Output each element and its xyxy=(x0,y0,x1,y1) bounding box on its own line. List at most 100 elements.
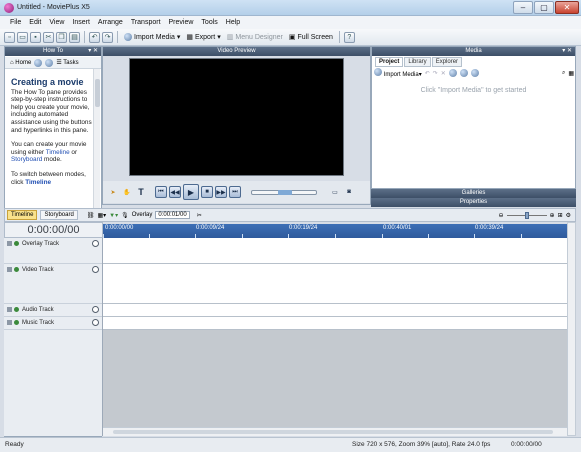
menu-edit[interactable]: Edit xyxy=(29,19,41,26)
undo-icon[interactable]: ↶ xyxy=(89,31,100,43)
home-button[interactable]: ⌂ Home xyxy=(10,60,31,66)
audio-track-lane[interactable] xyxy=(103,304,567,317)
storyboard-link[interactable]: Storyboard xyxy=(11,156,42,163)
menu-insert[interactable]: Insert xyxy=(72,19,90,26)
minimize-button[interactable]: – xyxy=(513,1,533,14)
track-mute-icon[interactable] xyxy=(92,306,99,313)
timeline-vertical-scrollbar[interactable] xyxy=(567,222,576,436)
tasks-button[interactable]: ☰ Tasks xyxy=(56,59,78,66)
menu-arrange[interactable]: Arrange xyxy=(98,19,123,26)
full-screen-button[interactable]: ▣ Full Screen xyxy=(287,32,335,42)
pane-close-icon[interactable]: ▾ ✕ xyxy=(562,47,572,56)
track-header-video[interactable]: Video Track xyxy=(4,264,102,304)
overlay-track-lane[interactable] xyxy=(103,238,567,264)
clip-icon[interactable]: ▦▾ xyxy=(97,212,106,219)
help-icon[interactable]: ? xyxy=(343,31,355,43)
delete-icon[interactable]: ✕ xyxy=(441,70,446,77)
timeline-tracks[interactable] xyxy=(103,238,567,436)
aspect-ratio-icon[interactable]: ▭ xyxy=(329,186,341,198)
properties-header[interactable]: Properties xyxy=(371,198,576,207)
track-visibility-icon[interactable] xyxy=(92,266,99,273)
tab-storyboard[interactable]: Storyboard xyxy=(40,210,78,220)
pane-close-icon[interactable]: ▾ ✕ xyxy=(88,47,98,56)
export-button[interactable]: ▦ Export ▾ xyxy=(184,32,222,42)
new-file-icon[interactable]: ▫ xyxy=(4,31,15,43)
redo-icon[interactable]: ↷ xyxy=(433,70,438,77)
pointer-tool-icon[interactable]: ➤ xyxy=(107,186,119,198)
video-track-lane[interactable] xyxy=(103,264,567,304)
track-lock-icon[interactable] xyxy=(7,241,12,246)
menu-transport[interactable]: Transport xyxy=(131,19,161,26)
paste-icon[interactable]: ▤ xyxy=(69,31,80,43)
track-header-audio[interactable]: Audio Track xyxy=(4,304,102,317)
galleries-header[interactable]: Galleries xyxy=(371,189,576,198)
redo-icon[interactable]: ↷ xyxy=(102,31,113,43)
track-lock-icon[interactable] xyxy=(7,307,12,312)
track-enable-icon[interactable] xyxy=(14,267,19,272)
timeline-horizontal-scrollbar[interactable] xyxy=(103,427,567,436)
zoom-in-icon[interactable]: ⊕ xyxy=(550,212,555,219)
microphone-icon[interactable]: 🎙 xyxy=(121,212,129,219)
snapshot-icon[interactable]: ◙ xyxy=(343,186,355,198)
settings-icon[interactable]: ⚙ xyxy=(566,212,571,219)
tab-project[interactable]: Project xyxy=(375,57,404,67)
menu-file[interactable]: File xyxy=(10,19,21,26)
tab-timeline[interactable]: Timeline xyxy=(7,210,38,220)
text-tool-icon[interactable]: T xyxy=(135,186,147,198)
go-to-end-icon[interactable]: ⏭ xyxy=(229,186,241,198)
hand-tool-icon[interactable]: ✋ xyxy=(121,186,133,198)
menu-designer-button[interactable]: ▥ Menu Designer xyxy=(225,32,285,42)
open-folder-icon[interactable]: ▭ xyxy=(17,31,28,43)
link-icon[interactable]: ⛓ xyxy=(87,212,95,219)
menu-view[interactable]: View xyxy=(49,19,64,26)
back-icon[interactable] xyxy=(34,58,43,67)
playback-slider[interactable] xyxy=(251,189,317,195)
fit-icon[interactable]: ⊞ xyxy=(558,212,563,219)
marker-icon[interactable]: ▼▾ xyxy=(109,212,118,219)
play-icon[interactable]: ▶ xyxy=(183,184,199,200)
timeline-link[interactable]: Timeline xyxy=(46,149,70,156)
zoom-out-icon[interactable]: ⊖ xyxy=(499,212,504,219)
track-enable-icon[interactable] xyxy=(14,320,19,325)
music-track-lane[interactable] xyxy=(103,317,567,330)
search-icon[interactable]: ⌕ xyxy=(562,70,565,77)
zoom-slider[interactable] xyxy=(506,211,547,219)
undo-icon[interactable]: ↶ xyxy=(425,70,430,77)
import-media-button[interactable]: Import Media ▾ xyxy=(122,32,182,42)
track-header-overlay[interactable]: Overlay Track xyxy=(4,238,102,264)
timeline-ruler[interactable]: 0:00:00/00 0:00:09/24 0:00:19/24 0:00:40… xyxy=(103,224,567,238)
menu-help[interactable]: Help xyxy=(226,19,240,26)
view-grid-icon[interactable]: ▦ xyxy=(568,70,574,77)
track-lock-icon[interactable] xyxy=(7,267,12,272)
menu-preview[interactable]: Preview xyxy=(169,19,194,26)
rewind-icon[interactable]: ◀◀ xyxy=(169,186,181,198)
track-visibility-icon[interactable] xyxy=(92,240,99,247)
slider-thumb[interactable] xyxy=(278,189,292,195)
forward-icon[interactable] xyxy=(45,58,54,67)
track-header-music[interactable]: Music Track xyxy=(4,317,102,330)
fast-forward-icon[interactable]: ▶▶ xyxy=(215,186,227,198)
stop-icon[interactable]: ■ xyxy=(201,186,213,198)
cut-icon[interactable]: ✂ xyxy=(43,31,54,43)
capture-icon[interactable] xyxy=(470,69,479,77)
track-mute-icon[interactable] xyxy=(92,319,99,326)
close-button[interactable]: ✕ xyxy=(555,1,579,14)
record-icon[interactable] xyxy=(459,69,468,77)
tab-explorer[interactable]: Explorer xyxy=(431,57,463,67)
track-enable-icon[interactable] xyxy=(14,241,19,246)
zoom-slider-thumb[interactable] xyxy=(524,211,529,219)
track-lock-icon[interactable] xyxy=(7,320,12,325)
scroll-thumb[interactable] xyxy=(95,79,100,107)
overlay-duration-field[interactable]: 0:00:01/00 xyxy=(155,211,190,219)
save-icon[interactable]: ▪ xyxy=(30,31,41,43)
maximize-button[interactable]: ▢ xyxy=(534,1,554,14)
split-icon[interactable]: ✂ xyxy=(197,212,202,219)
play-media-icon[interactable] xyxy=(448,69,457,77)
tab-library[interactable]: Library xyxy=(404,57,431,67)
menu-tools[interactable]: Tools xyxy=(201,19,217,26)
track-enable-icon[interactable] xyxy=(14,307,19,312)
go-to-start-icon[interactable]: ⏮ xyxy=(155,186,167,198)
media-import-button[interactable]: Import Media▾ xyxy=(374,68,422,78)
timeline-link[interactable]: Timeline xyxy=(25,179,51,186)
copy-icon[interactable]: ❐ xyxy=(56,31,67,43)
